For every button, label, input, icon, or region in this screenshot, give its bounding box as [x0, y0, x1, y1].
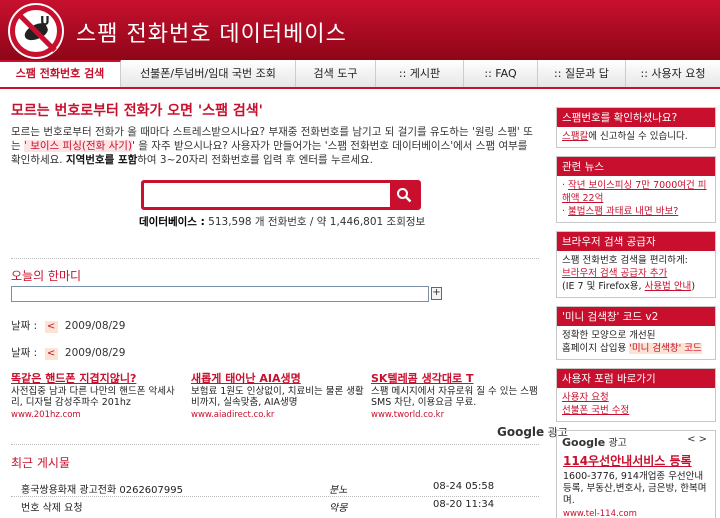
mini-search-box: '미니 검색창' 코드 v2 정확한 모양으로 개선된 홈페이지 삽입용 '미니… — [556, 306, 716, 360]
forum-prepaid-fix-link[interactable]: 선불폰 국번 수정 — [562, 405, 629, 416]
mini-search-code-link[interactable]: '미니 검색창' 코드 — [629, 343, 702, 354]
usage-guide-link[interactable]: 사용법 안내 — [645, 281, 692, 292]
recent-posts-title: 최근 게시물 — [11, 456, 71, 470]
database-stats: 데이터베이스 : 513,598 개 전화번호 / 약 1,446,801 조회… — [139, 216, 426, 228]
main-nav: 스팸 전화번호 검색 선불폰/투넘버/임대 국번 조회 검색 도구 :: 게시판… — [0, 60, 720, 89]
forum-user-request-link[interactable]: 사용자 요청 — [562, 392, 609, 403]
no-spam-logo-icon[interactable]: U — [10, 5, 62, 57]
google-ad-box: Google 광고 < > 114우선안내서비스 등록 1600-3776, 9… — [556, 430, 716, 518]
prev-date-arrow-icon[interactable]: < — [44, 348, 58, 360]
search-provider-box: 브라우저 검색 공급자 스팸 전화번호 검색을 편리하게: 브라우저 검색 공급… — [556, 231, 716, 298]
forum-box: 사용자 포럼 바로가기 사용자 요청 선불폰 국번 수정 — [556, 368, 716, 422]
ad-url-link[interactable]: www.tel-114.com — [563, 509, 709, 518]
nav-prepaid-lookup[interactable]: 선불폰/투넘버/임대 국번 조회 — [121, 60, 296, 87]
today-message-title: 오늘의 한마디 — [11, 269, 82, 283]
ad-nav-arrows-icon[interactable]: < > — [687, 434, 707, 445]
prev-date-arrow-icon[interactable]: < — [44, 321, 58, 333]
news-link[interactable]: 불법스팸 과태료 내면 바보? — [568, 206, 678, 217]
nav-faq[interactable]: :: FAQ — [464, 60, 538, 87]
ad-item[interactable]: SK텔레콤 생각대로 T 스팸 메시지에서 자유로워 질 수 있는 스팸 SMS… — [371, 370, 551, 420]
divider — [11, 444, 539, 445]
intro-text: 모르는 번호로부터 전화가 올 때마다 스트레스받으시나요? 부재중 전화번호를… — [11, 126, 533, 166]
search-box — [141, 180, 421, 210]
search-icon — [397, 188, 412, 203]
ad-row: 똑같은 핸드폰 지겹지않니? 사전집중 남과 다른 나만의 핸드폰 악세사리, … — [11, 370, 551, 420]
today-message-input[interactable] — [11, 286, 429, 302]
divider — [11, 258, 539, 259]
sidebar: 스팸번호를 확인하셨나요? 스팸칼에 신고하실 수 있습니다. 관련 뉴스 작년… — [556, 107, 716, 518]
ad-item[interactable]: 새롭게 태어난 AIA생명 보험료 1원도 인상없이, 치료비는 물론 생활비까… — [191, 370, 371, 420]
page-title: 모르는 번호로부터 전화가 오면 '스팸 검색' — [11, 103, 263, 119]
voice-phishing-link[interactable]: ' 보이스 피싱(전화 사기) — [24, 140, 133, 152]
list-item[interactable]: 번호 삭제 요청 악몽 08-20 11:34 — [11, 499, 539, 514]
nav-spam-search[interactable]: 스팸 전화번호 검색 — [0, 60, 121, 87]
news-box: 관련 뉴스 작년 보이스피싱 7만 7000여건 피해액 22억 불법스팸 과태… — [556, 156, 716, 223]
date-row: 날짜 : < 2009/08/29 — [11, 320, 126, 333]
main-content: 모르는 번호로부터 전화가 오면 '스팸 검색' 모르는 번호로부터 전화가 올… — [11, 100, 568, 514]
site-title[interactable]: 스팸 전화번호 데이터베이스 — [76, 16, 347, 48]
spam-report-link[interactable]: 스팸칼 — [562, 131, 588, 142]
ad-item[interactable]: 똑같은 핸드폰 지겹지않니? 사전집중 남과 다른 나만의 핸드폰 악세사리, … — [11, 370, 191, 420]
search-button[interactable] — [390, 183, 418, 207]
expand-plus-button[interactable]: + — [431, 287, 442, 300]
list-item[interactable]: 홍국쌍용화재 광고전화 0262607995 분노 08-24 05:58 — [11, 481, 539, 496]
phone-search-input[interactable] — [144, 183, 390, 207]
ad-title-link[interactable]: 114우선안내서비스 등록 — [563, 454, 709, 469]
nav-search-tools[interactable]: 검색 도구 — [296, 60, 376, 87]
header: U 스팸 전화번호 데이터베이스 — [0, 0, 720, 60]
nav-qna[interactable]: :: 질문과 답 — [538, 60, 626, 87]
report-box: 스팸번호를 확인하셨나요? 스팸칼에 신고하실 수 있습니다. — [556, 107, 716, 148]
news-link[interactable]: 작년 보이스피싱 7만 7000여건 피해액 22억 — [562, 180, 707, 204]
date-row: 날짜 : < 2009/08/29 — [11, 347, 126, 360]
nav-board[interactable]: :: 게시판 — [376, 60, 464, 87]
nav-user-request[interactable]: :: 사용자 요청 — [626, 60, 720, 87]
divider — [11, 496, 539, 497]
add-search-provider-link[interactable]: 브라우저 검색 공급자 추가 — [562, 268, 667, 279]
